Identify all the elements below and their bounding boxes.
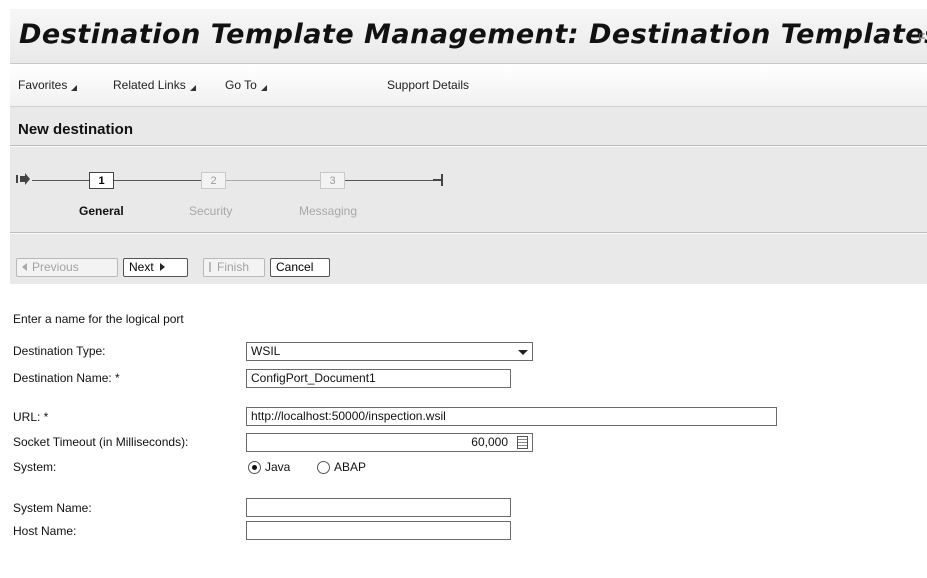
wizard-connector xyxy=(114,180,201,181)
panel-heading: New destination xyxy=(18,121,134,138)
menu-favorites[interactable]: Favorites xyxy=(18,78,78,92)
divider xyxy=(10,233,927,234)
radio-selected-dot xyxy=(252,465,257,470)
dropdown-arrow-icon[interactable] xyxy=(518,350,528,355)
destination-type-label: Destination Type: xyxy=(13,344,106,358)
menu-triangle-icon xyxy=(189,85,196,91)
finish-button[interactable]: Finish xyxy=(203,258,265,277)
wizard-start-icon xyxy=(16,173,30,185)
wizard-connector xyxy=(226,180,320,181)
wizard-step-label-security[interactable]: Security xyxy=(189,204,232,218)
next-button[interactable]: Next xyxy=(123,258,188,277)
wizard-step-label-messaging[interactable]: Messaging xyxy=(299,204,357,218)
host-name-label: Host Name: xyxy=(13,524,77,538)
form-instruction: Enter a name for the logical port xyxy=(13,312,184,326)
host-name-input[interactable] xyxy=(246,521,511,540)
previous-arrow-icon xyxy=(22,263,27,271)
system-java-label[interactable]: Java xyxy=(265,460,290,474)
menu-related-links-label: Related Links xyxy=(113,78,186,92)
system-abap-label[interactable]: ABAP xyxy=(334,460,366,474)
system-abap-radio[interactable] xyxy=(317,461,330,474)
system-name-input[interactable] xyxy=(246,498,511,517)
wizard-end-icon xyxy=(433,174,443,186)
wizard-step-general[interactable]: 1 xyxy=(89,172,114,189)
system-java-radio[interactable] xyxy=(248,461,261,474)
cancel-button-label: Cancel xyxy=(276,260,314,274)
destination-name-label: Destination Name: * xyxy=(13,371,120,385)
url-input[interactable]: http://localhost:50000/inspection.wsil xyxy=(246,407,777,426)
destination-name-input[interactable]: ConfigPort_Document1 xyxy=(246,369,511,388)
wizard-connector xyxy=(345,180,433,181)
url-label: URL: * xyxy=(13,410,49,424)
next-arrow-icon xyxy=(159,263,165,271)
menu-go-to-label: Go To xyxy=(225,78,257,92)
menu-related-links[interactable]: Related Links xyxy=(113,78,196,92)
previous-button-label: Previous xyxy=(32,260,79,274)
cancel-button[interactable]: Cancel xyxy=(270,258,330,277)
wizard-step-security[interactable]: 2 xyxy=(201,172,226,189)
menu-favorites-label: Favorites xyxy=(18,78,68,92)
menu-bar: Favorites Related Links Go To Support De… xyxy=(10,64,927,107)
menu-triangle-icon xyxy=(260,85,267,91)
system-label: System: xyxy=(13,460,57,474)
title-bar: Destination Template Management: Destina… xyxy=(10,9,927,64)
destination-type-select[interactable]: WSIL xyxy=(246,342,533,361)
menu-support-details[interactable]: Support Details xyxy=(387,78,469,92)
destination-type-value: WSIL xyxy=(251,344,281,358)
step-number: 3 xyxy=(329,175,336,187)
step-number: 1 xyxy=(98,175,105,187)
next-button-label: Next xyxy=(129,260,154,274)
wizard-step-label-general[interactable]: General xyxy=(79,204,124,218)
step-number: 2 xyxy=(210,175,217,187)
socket-timeout-value: 60,000 xyxy=(471,435,508,449)
previous-button[interactable]: Previous xyxy=(16,258,118,277)
divider xyxy=(10,146,927,147)
menu-go-to[interactable]: Go To xyxy=(225,78,267,92)
wizard-connector xyxy=(32,180,89,181)
wizard-step-messaging[interactable]: 3 xyxy=(320,172,345,189)
socket-timeout-label: Socket Timeout (in Milliseconds): xyxy=(13,435,189,449)
system-name-label: System Name: xyxy=(13,501,92,515)
calendar-icon[interactable] xyxy=(517,436,528,449)
socket-timeout-input[interactable]: 60,000 xyxy=(246,433,533,452)
title-overflow-text: F xyxy=(918,31,926,45)
page-title: Destination Template Management: Destina… xyxy=(19,19,927,50)
application-frame: Destination Template Management: Destina… xyxy=(10,9,927,578)
finish-button-label: Finish xyxy=(217,260,250,274)
finish-marker-icon xyxy=(209,262,211,272)
menu-triangle-icon xyxy=(71,85,78,91)
